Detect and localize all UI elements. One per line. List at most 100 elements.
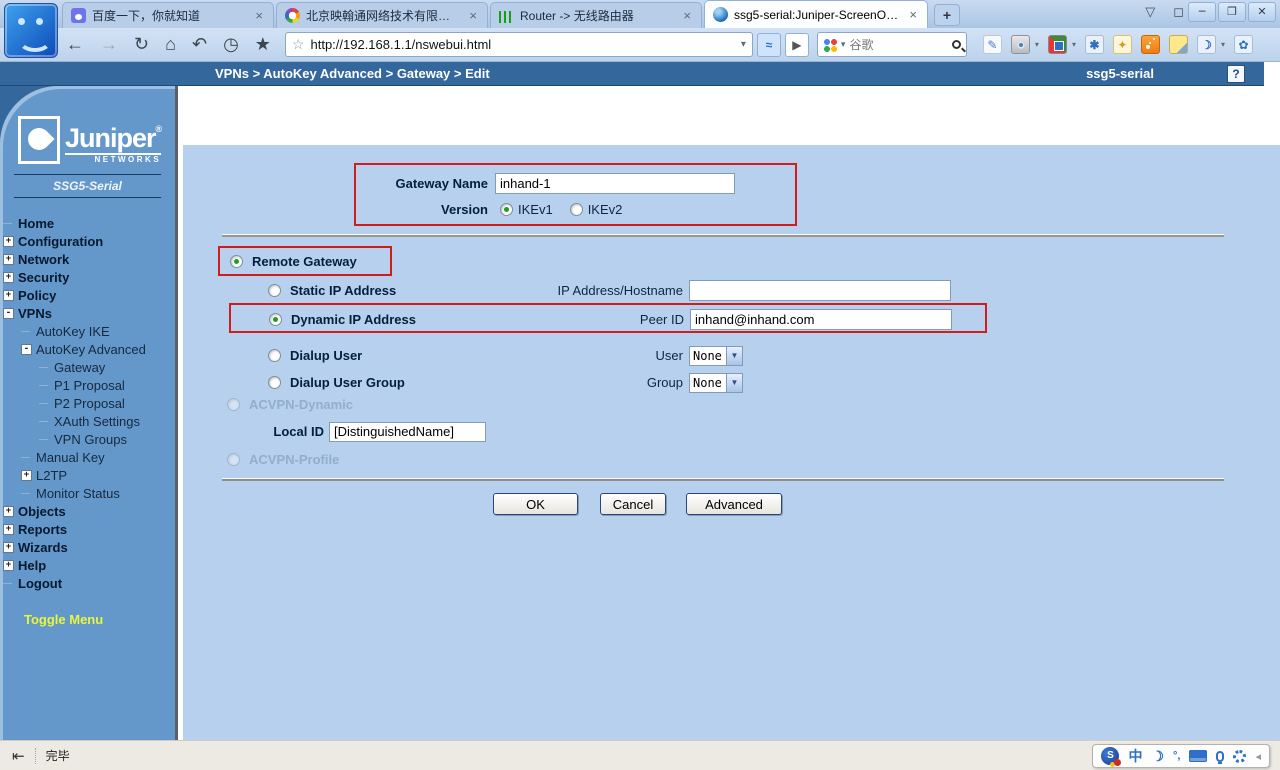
brush-icon[interactable]: ✦ bbox=[1113, 35, 1132, 54]
static-ip-radio[interactable] bbox=[268, 284, 281, 297]
screenshot-dropdown-icon[interactable]: ▾ bbox=[1035, 40, 1039, 49]
tree-expander-icon[interactable] bbox=[3, 583, 12, 584]
sidebar-item-reports[interactable]: + Reports bbox=[0, 520, 175, 538]
url-dropdown-icon[interactable]: ▾ bbox=[741, 39, 746, 50]
sidebar-item-manual-key[interactable]: Manual Key bbox=[0, 448, 175, 466]
advanced-button[interactable]: Advanced bbox=[686, 493, 782, 515]
screenshot-icon[interactable] bbox=[1011, 35, 1030, 54]
gateway-name-input[interactable] bbox=[495, 173, 735, 194]
dialup-group-radio[interactable] bbox=[268, 376, 281, 389]
toggle-menu-link[interactable]: Toggle Menu bbox=[24, 612, 175, 627]
tree-expander-icon[interactable]: + bbox=[3, 290, 14, 301]
apps-icon[interactable] bbox=[1048, 35, 1067, 54]
theme-icon[interactable]: ◻ bbox=[1173, 4, 1184, 20]
extension-icon[interactable]: ✿ bbox=[1234, 35, 1253, 54]
history-button[interactable]: ◷ bbox=[223, 34, 239, 55]
tree-expander-icon[interactable]: + bbox=[21, 470, 32, 481]
tree-expander-icon[interactable] bbox=[21, 457, 30, 458]
sidebar-item-p2-proposal[interactable]: P2 Proposal bbox=[0, 394, 175, 412]
restore-button[interactable]: ❐ bbox=[1218, 2, 1246, 22]
cancel-button[interactable]: Cancel bbox=[600, 493, 666, 515]
refresh-button[interactable]: ↻ bbox=[134, 34, 149, 55]
tools-icon[interactable]: ✱ bbox=[1085, 35, 1104, 54]
local-id-input[interactable] bbox=[329, 422, 486, 442]
browser-tab[interactable]: Router -> 无线路由器 × bbox=[490, 2, 702, 28]
tree-expander-icon[interactable] bbox=[39, 439, 48, 440]
rss-icon[interactable] bbox=[1141, 35, 1160, 54]
help-button[interactable]: ? bbox=[1227, 65, 1245, 83]
dynamic-ip-radio[interactable] bbox=[269, 313, 282, 326]
ikev1-radio[interactable] bbox=[500, 203, 513, 216]
address-bar[interactable]: ☆ http://192.168.1.1/nswebui.html ▾ bbox=[285, 32, 753, 57]
group-select[interactable]: None ▼ bbox=[689, 373, 743, 393]
browser-tab[interactable]: 北京映翰通网络技术有限公司 × bbox=[276, 2, 488, 28]
tree-expander-icon[interactable] bbox=[3, 223, 12, 224]
user-select[interactable]: None ▼ bbox=[689, 346, 743, 366]
sidebar-item-l2tp[interactable]: + L2TP bbox=[0, 466, 175, 484]
sidebar-item-monitor-status[interactable]: Monitor Status bbox=[0, 484, 175, 502]
tree-expander-icon[interactable]: + bbox=[3, 254, 14, 265]
tab-close-icon[interactable]: × bbox=[253, 8, 265, 23]
go-button[interactable]: ▶ bbox=[785, 33, 809, 57]
sticky-note-icon[interactable] bbox=[1169, 35, 1188, 54]
tree-expander-icon[interactable]: + bbox=[3, 542, 14, 553]
tab-close-icon[interactable]: × bbox=[907, 7, 919, 22]
tree-expander-icon[interactable]: + bbox=[3, 524, 14, 535]
sidebar-item-policy[interactable]: + Policy bbox=[0, 286, 175, 304]
note-edit-icon[interactable]: ✎ bbox=[983, 35, 1002, 54]
ime-settings-icon[interactable] bbox=[1233, 750, 1246, 763]
sidebar-item-p1-proposal[interactable]: P1 Proposal bbox=[0, 376, 175, 394]
minimize-button[interactable]: ─ bbox=[1188, 2, 1216, 22]
sidebar-item-gateway[interactable]: Gateway bbox=[0, 358, 175, 376]
wave-translate-button[interactable]: ≈ bbox=[757, 33, 781, 57]
sidebar-item-logout[interactable]: Logout bbox=[0, 574, 175, 592]
ikev2-radio[interactable] bbox=[570, 203, 583, 216]
ok-button[interactable]: OK bbox=[493, 493, 578, 515]
tab-close-icon[interactable]: × bbox=[681, 8, 693, 23]
forward-button[interactable]: → bbox=[100, 34, 118, 55]
tree-expander-icon[interactable]: + bbox=[3, 506, 14, 517]
ime-collapse-icon[interactable]: ◂ bbox=[1255, 750, 1261, 763]
remote-gateway-radio[interactable] bbox=[230, 255, 243, 268]
tree-expander-icon[interactable]: + bbox=[3, 560, 14, 571]
tree-expander-icon[interactable] bbox=[39, 403, 48, 404]
sidebar-item-autokey-ike[interactable]: AutoKey IKE bbox=[0, 322, 175, 340]
ime-microphone-icon[interactable] bbox=[1216, 751, 1224, 762]
sidebar-item-help[interactable]: + Help bbox=[0, 556, 175, 574]
sidebar-item-home[interactable]: Home bbox=[0, 214, 175, 232]
ime-language-toggle[interactable]: 中 bbox=[1128, 746, 1142, 766]
search-engine-dropdown-icon[interactable]: ▾ bbox=[841, 39, 846, 50]
sidebar-item-xauth-settings[interactable]: XAuth Settings bbox=[0, 412, 175, 430]
tree-expander-icon[interactable] bbox=[21, 493, 30, 494]
tree-expander-icon[interactable] bbox=[39, 385, 48, 386]
sidebar-item-wizards[interactable]: + Wizards bbox=[0, 538, 175, 556]
tabs-dropdown-icon[interactable]: ▽ bbox=[1145, 4, 1155, 20]
search-icon[interactable] bbox=[952, 40, 961, 49]
group-select-arrow-icon[interactable]: ▼ bbox=[726, 374, 742, 392]
tree-expander-icon[interactable]: - bbox=[3, 308, 14, 319]
ime-fullhalf-icon[interactable]: ☽ bbox=[1151, 748, 1164, 765]
search-input[interactable] bbox=[849, 38, 947, 52]
dialup-user-radio[interactable] bbox=[268, 349, 281, 362]
browser-tab[interactable]: ssg5-serial:Juniper-ScreenOS... × bbox=[704, 0, 928, 28]
user-select-arrow-icon[interactable]: ▼ bbox=[726, 347, 742, 365]
new-tab-button[interactable]: + bbox=[934, 4, 960, 26]
tab-close-icon[interactable]: × bbox=[467, 8, 479, 23]
peer-id-input[interactable] bbox=[690, 309, 952, 330]
home-button[interactable]: ⌂ bbox=[165, 34, 176, 55]
favorites-button[interactable]: ★ bbox=[255, 34, 271, 55]
search-box[interactable]: ▾ bbox=[817, 32, 967, 57]
sidebar-item-configuration[interactable]: + Configuration bbox=[0, 232, 175, 250]
bookmark-star-icon[interactable]: ☆ bbox=[292, 36, 305, 53]
tree-expander-icon[interactable]: + bbox=[3, 272, 14, 283]
dock-sidebar-icon[interactable]: ⇤ bbox=[12, 747, 25, 765]
tree-expander-icon[interactable] bbox=[21, 331, 30, 332]
sidebar-item-vpns[interactable]: - VPNs bbox=[0, 304, 175, 322]
sidebar-item-vpn-groups[interactable]: VPN Groups bbox=[0, 430, 175, 448]
night-mode-icon[interactable]: ☽ bbox=[1197, 35, 1216, 54]
back-button[interactable]: ← bbox=[66, 34, 84, 55]
close-button[interactable]: ✕ bbox=[1248, 2, 1276, 22]
tree-expander-icon[interactable] bbox=[39, 367, 48, 368]
night-mode-dropdown-icon[interactable]: ▾ bbox=[1221, 40, 1225, 49]
ime-keyboard-icon[interactable] bbox=[1189, 750, 1207, 762]
